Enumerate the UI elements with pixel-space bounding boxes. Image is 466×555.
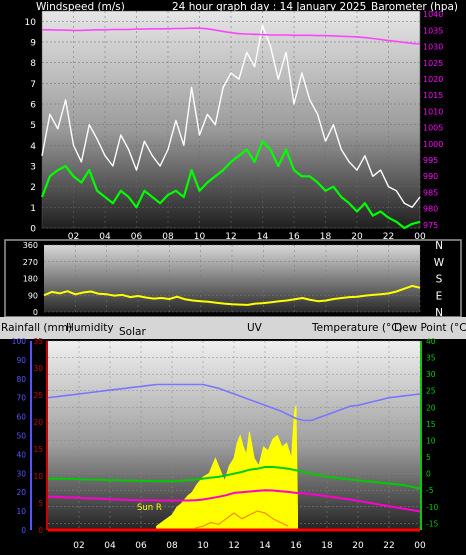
temperature-time-tick-label: 12	[228, 541, 239, 551]
humidity-tick-label: 10	[16, 507, 26, 516]
compass-label: W	[434, 257, 445, 269]
temperature-tick-label: 0	[426, 470, 431, 479]
temperature-time-tick-label: 16	[290, 541, 302, 551]
weather-graph: Windspeed (m/s) 24 hour graph day : 14 J…	[0, 1, 466, 551]
temperature-axis-label: Temperature (°C)	[311, 322, 403, 334]
humidity-tick-label: 20	[16, 488, 26, 497]
barometer-tick-label: 1040	[423, 10, 443, 19]
windspeed-tick-label: 5	[30, 121, 36, 131]
direction-tick-label: 180	[23, 275, 38, 284]
windspeed-tick-label: 0	[30, 225, 36, 235]
direction-tick-label: 360	[23, 241, 38, 250]
windspeed-tick-label: 7	[30, 80, 36, 90]
temperature-time-tick-label: 08	[166, 541, 178, 551]
temperature-time-tick-label: 14	[259, 541, 271, 551]
humidity-tick-label: 40	[16, 450, 26, 459]
barometer-tick-labels: 975 980 985 990 995 1000 1005 1010 1015 1020 1025 1…	[423, 10, 443, 230]
temperature-tick-label: 10	[426, 436, 436, 445]
humidity-tick-label: 60	[16, 413, 26, 422]
barometer-tick-label: 1035	[423, 26, 443, 35]
temperature-time-tick-label: 06	[135, 541, 147, 551]
windspeed-tick-label: 9	[30, 39, 36, 49]
barometer-tick-label: 975	[423, 221, 438, 230]
temperature-tick-label: -5	[426, 486, 434, 495]
barometer-tick-label: 1005	[423, 124, 443, 133]
humidity-tick-label: 100	[12, 337, 27, 346]
barometer-tick-label: 990	[423, 172, 438, 181]
dew-point-axis-label: Dew Point (°C)	[394, 322, 466, 334]
rainfall-tick-label: 0	[38, 526, 43, 535]
wind-plot-area	[41, 10, 421, 229]
temperature-tick-label: 5	[426, 453, 431, 462]
humidity-tick-label: 0	[21, 526, 26, 535]
temperature-time-tick-label: 02	[73, 541, 84, 551]
temperature-time-tick-label: 00	[414, 541, 426, 551]
windspeed-tick-label: 1	[30, 204, 36, 214]
temperature-time-tick-label: 18	[321, 541, 333, 551]
windspeed-tick-label: 6	[30, 101, 36, 111]
compass-label: N	[435, 240, 443, 252]
rainfall-tick-label: 15	[33, 445, 43, 454]
barometer-tick-label: 1000	[423, 140, 443, 149]
rainfall-tick-label: 10	[33, 472, 43, 481]
barometer-tick-label: 1025	[423, 59, 443, 68]
barometer-tick-label: 985	[423, 188, 438, 197]
humidity-tick-label: 30	[16, 469, 26, 478]
uv-axis-label: UV	[247, 322, 263, 334]
rainfall-tick-label: 20	[33, 418, 43, 427]
windspeed-tick-label: 2	[30, 183, 36, 193]
temperature-time-tick-label: 04	[104, 541, 116, 551]
barometer-tick-label: 1020	[423, 75, 443, 84]
temperature-time-tick-label: 22	[383, 541, 394, 551]
windspeed-tick-label: 10	[25, 18, 37, 28]
temperature-tick-label: 15	[426, 420, 436, 429]
solar-axis-label: Solar	[119, 326, 146, 338]
direction-tick-label: 0	[33, 308, 38, 317]
compass-label: E	[436, 290, 443, 302]
humidity-tick-label: 70	[16, 394, 26, 403]
temperature-time-tick-label: 20	[352, 541, 364, 551]
barometer-tick-label: 995	[423, 156, 438, 165]
wind-panel: Windspeed (m/s) 24 hour graph day : 14 J…	[25, 1, 458, 242]
barometer-tick-label: 1010	[423, 107, 443, 116]
rainfall-tick-label: 5	[38, 499, 43, 508]
windspeed-tick-label: 3	[30, 163, 36, 173]
compass-label: S	[436, 274, 443, 286]
direction-tick-label: 90	[28, 291, 38, 300]
barometer-tick-label: 1015	[423, 91, 443, 100]
windspeed-tick-label: 8	[30, 59, 36, 69]
windspeed-tick-labels: 0 1 2 3 4 5 6 7 8 9 10	[25, 18, 37, 235]
temperature-panel: Rainfall (mm) Humidity Solar UV Temperat…	[0, 317, 466, 551]
humidity-tick-label: 80	[16, 375, 26, 384]
temperature-time-tick-labels: 02 04 06 08 10 12 14 16 18 20 22 00	[73, 541, 426, 551]
temperature-tick-label: 30	[426, 370, 436, 379]
temperature-tick-label: -15	[426, 519, 438, 528]
sun-rise-label: Sun R	[137, 503, 162, 513]
direction-tick-label: 270	[23, 258, 38, 267]
windspeed-tick-label: 4	[30, 142, 36, 152]
barometer-tick-label: 980	[423, 205, 438, 214]
rainfall-tick-label: 35	[33, 337, 43, 346]
temperature-tick-label: 35	[426, 354, 436, 363]
rainfall-tick-label: 30	[33, 364, 43, 373]
temperature-tick-label: -10	[426, 503, 438, 512]
temperature-time-tick-label: 10	[197, 541, 209, 551]
temperature-tick-label: 40	[426, 337, 436, 346]
barometer-tick-label: 1030	[423, 43, 443, 52]
rainfall-tick-label: 25	[33, 391, 43, 400]
direction-panel: 090180270360 NWSEN	[4, 239, 462, 319]
temperature-tick-label: 20	[426, 403, 436, 412]
humidity-tick-label: 90	[16, 356, 26, 365]
humidity-tick-label: 50	[16, 432, 26, 441]
temperature-tick-label: 25	[426, 387, 436, 396]
rainfall-axis-label: Rainfall (mm)	[1, 322, 72, 334]
humidity-axis-label: Humidity	[66, 322, 114, 334]
